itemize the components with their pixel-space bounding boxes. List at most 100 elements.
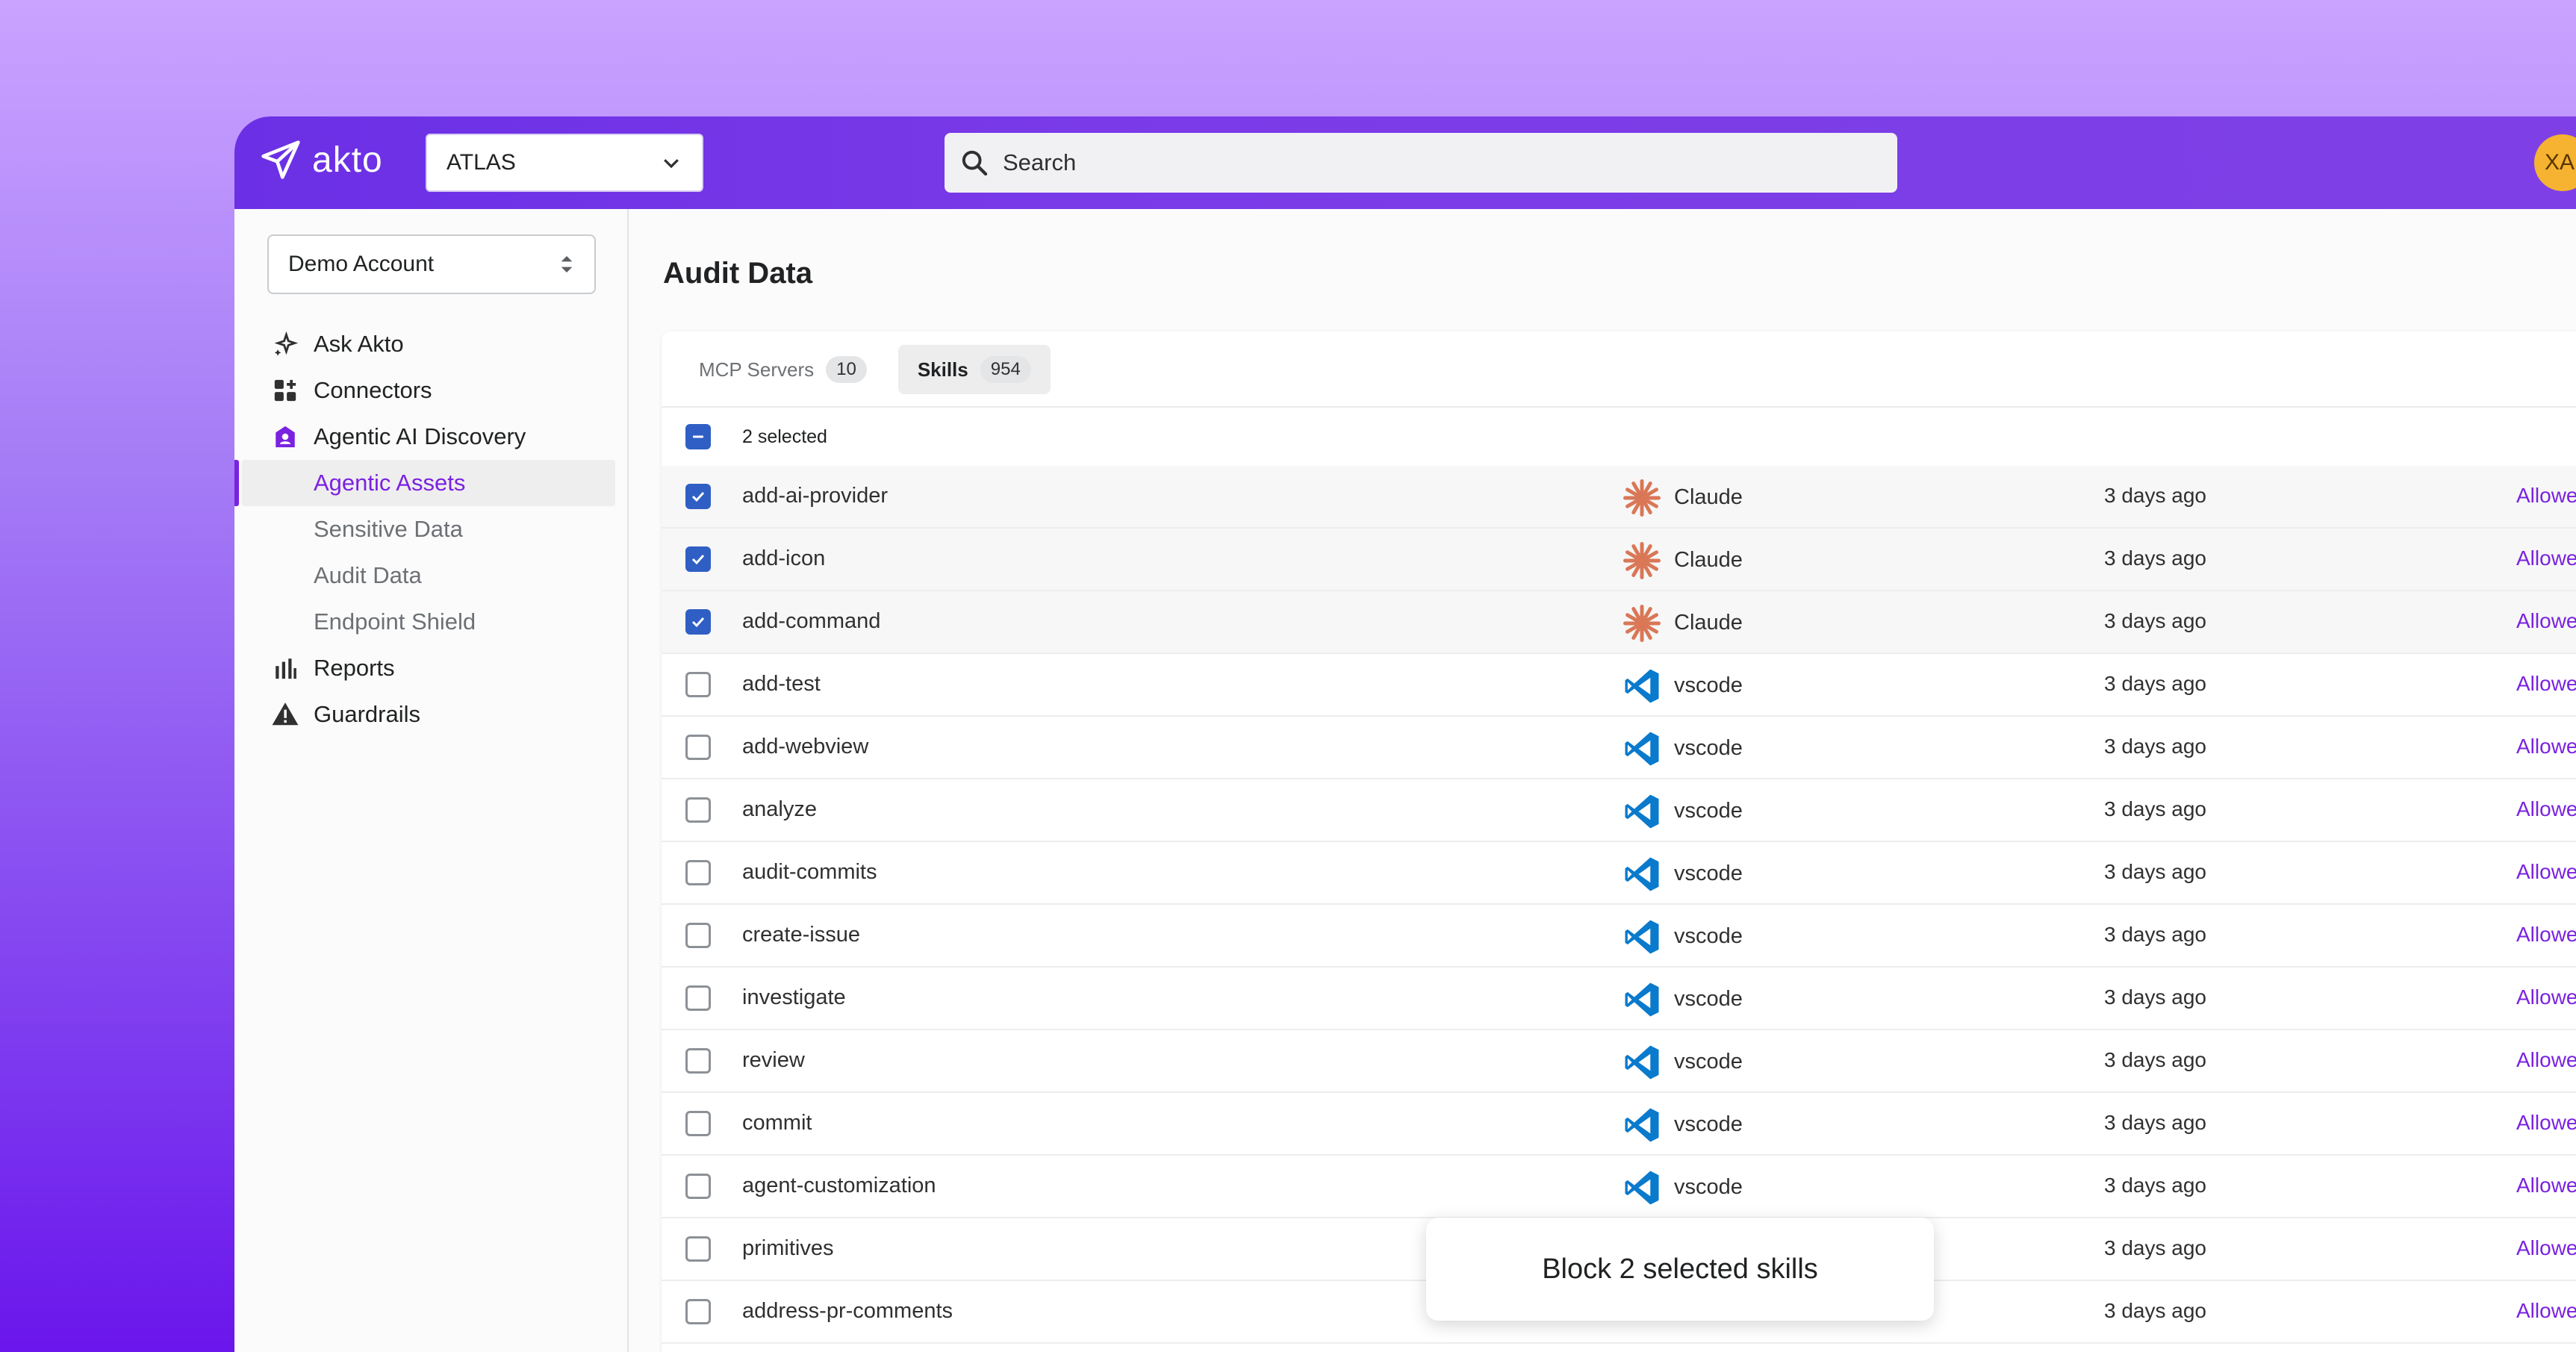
row-checkbox[interactable] xyxy=(685,484,711,509)
skill-name: primitives xyxy=(742,1236,834,1260)
last-seen: 3 days ago xyxy=(2104,985,2206,1009)
table-row[interactable]: create-issue vscode 3 days ago Allowe xyxy=(662,905,2576,968)
table-row[interactable]: review vscode 3 days ago Allowe xyxy=(662,1030,2576,1093)
status-link[interactable]: Allowe xyxy=(2516,923,2576,947)
tab-skills[interactable]: Skills 954 xyxy=(897,345,1051,394)
bulk-selection-row: 2 selected xyxy=(662,408,2576,467)
vscode-icon xyxy=(1622,1042,1662,1082)
search-input[interactable]: Search xyxy=(1003,149,1076,176)
row-checkbox[interactable] xyxy=(685,1299,711,1324)
warning-icon xyxy=(270,700,300,729)
row-checkbox[interactable] xyxy=(685,546,711,572)
status-link[interactable]: Allowe xyxy=(2516,735,2576,758)
row-checkbox[interactable] xyxy=(685,797,711,823)
block-selected-button[interactable]: Block 2 selected skills xyxy=(1426,1218,1934,1321)
table-row[interactable]: show-github-search-result3 days ago xyxy=(662,1344,2576,1352)
skills-table-card: MCP Servers 10 Skills 954 2 selected add… xyxy=(662,331,2576,1352)
row-checkbox[interactable] xyxy=(685,609,711,635)
row-checkbox[interactable] xyxy=(685,672,711,697)
sidebar-item-guardrails[interactable]: Guardrails xyxy=(234,691,627,738)
row-checkbox[interactable] xyxy=(685,1236,711,1262)
status-link[interactable]: Allowe xyxy=(2516,609,2576,633)
sidebar-item-agentic-assets[interactable]: Agentic Assets xyxy=(234,460,615,506)
last-seen: 3 days ago xyxy=(2104,923,2206,946)
table-row[interactable]: analyze vscode 3 days ago Allowe xyxy=(662,779,2576,842)
tab-label: Skills xyxy=(917,358,968,381)
sidebar-item-label: Ask Akto xyxy=(314,331,404,357)
tab-bar: MCP Servers 10 Skills 954 xyxy=(679,345,1051,394)
source-name: vscode xyxy=(1674,1175,1743,1199)
status-link[interactable]: Allowe xyxy=(2516,1299,2576,1323)
table-row[interactable]: audit-commits vscode 3 days ago Allowe xyxy=(662,842,2576,905)
search-bar[interactable]: Search xyxy=(945,133,1897,193)
skill-name: add-test xyxy=(742,672,821,696)
source-name: Claude xyxy=(1674,548,1743,572)
table-row[interactable]: add-icon Claude 3 days ago Allowe xyxy=(662,529,2576,591)
status-link[interactable]: Allowe xyxy=(2516,1174,2576,1197)
status-link[interactable]: Allowe xyxy=(2516,1236,2576,1260)
sidebar-item-sensitive-data[interactable]: Sensitive Data xyxy=(234,506,627,552)
source-name: vscode xyxy=(1674,736,1743,760)
sidebar-item-connectors[interactable]: Connectors xyxy=(234,367,627,414)
row-checkbox[interactable] xyxy=(685,1174,711,1199)
sidebar-item-label: Audit Data xyxy=(314,562,422,588)
status-link[interactable]: Allowe xyxy=(2516,1048,2576,1072)
table-row[interactable]: agent-customization vscode 3 days ago Allow… xyxy=(662,1156,2576,1218)
vscode-icon xyxy=(1622,1168,1662,1208)
chevron-down-icon xyxy=(664,159,679,169)
source-name: vscode xyxy=(1674,799,1743,823)
row-checkbox[interactable] xyxy=(685,923,711,948)
sidebar-item-reports[interactable]: Reports xyxy=(234,645,627,691)
skill-name: analyze xyxy=(742,797,817,821)
status-link[interactable]: Allowe xyxy=(2516,546,2576,570)
avatar[interactable]: XA xyxy=(2534,134,2576,191)
app-window: akto ATLAS Search XA Demo Account Ask Ak… xyxy=(234,116,2576,1352)
last-seen: 3 days ago xyxy=(2104,484,2206,507)
source-name: vscode xyxy=(1674,1050,1743,1074)
status-link[interactable]: Allowe xyxy=(2516,985,2576,1009)
status-link[interactable]: Allowe xyxy=(2516,860,2576,884)
last-seen: 3 days ago xyxy=(2104,1236,2206,1259)
grid-plus-icon xyxy=(270,376,300,405)
row-checkbox[interactable] xyxy=(685,1048,711,1074)
vscode-icon xyxy=(1622,791,1662,832)
sort-arrows-icon xyxy=(561,256,573,272)
last-seen: 3 days ago xyxy=(2104,672,2206,695)
status-link[interactable]: Allowe xyxy=(2516,484,2576,508)
table-row[interactable]: add-webview vscode 3 days ago Allowe xyxy=(662,717,2576,779)
table-row[interactable]: commit vscode 3 days ago Allowe xyxy=(662,1093,2576,1156)
select-all-checkbox[interactable] xyxy=(685,424,711,449)
account-select[interactable]: Demo Account xyxy=(267,234,596,294)
claude-icon xyxy=(1622,541,1662,581)
top-bar: akto ATLAS Search XA xyxy=(234,116,2576,209)
source-name: vscode xyxy=(1674,924,1743,948)
row-checkbox[interactable] xyxy=(685,735,711,760)
row-checkbox[interactable] xyxy=(685,1111,711,1136)
table-row[interactable]: add-command Claude 3 days ago Allowe xyxy=(662,591,2576,654)
vscode-icon xyxy=(1622,1105,1662,1145)
sidebar-item-endpoint-shield[interactable]: Endpoint Shield xyxy=(234,599,627,645)
check-icon xyxy=(691,554,705,565)
skill-name: investigate xyxy=(742,985,846,1009)
status-link[interactable]: Allowe xyxy=(2516,797,2576,821)
environment-select[interactable]: ATLAS xyxy=(426,134,703,192)
status-link[interactable]: Allowe xyxy=(2516,1111,2576,1135)
page-title: Audit Data xyxy=(663,257,812,290)
skill-name: add-webview xyxy=(742,735,869,758)
row-checkbox[interactable] xyxy=(685,860,711,885)
table-row[interactable]: investigate vscode 3 days ago Allowe xyxy=(662,968,2576,1030)
last-seen: 3 days ago xyxy=(2104,735,2206,758)
tab-mcp-servers[interactable]: MCP Servers 10 xyxy=(679,345,886,394)
sidebar-item-agentic-ai-discovery[interactable]: Agentic AI Discovery xyxy=(234,414,627,460)
row-checkbox[interactable] xyxy=(685,985,711,1011)
claude-icon xyxy=(1622,603,1662,644)
status-link[interactable]: Allowe xyxy=(2516,672,2576,696)
skill-name: add-ai-provider xyxy=(742,484,889,508)
sidebar-item-ask-akto[interactable]: Ask Akto xyxy=(234,321,627,367)
sidebar-item-audit-data[interactable]: Audit Data xyxy=(234,552,627,599)
akto-logo[interactable]: akto xyxy=(260,139,383,181)
table-row[interactable]: add-ai-provider Claude 3 days ago Allowe xyxy=(662,466,2576,529)
selected-count: 2 selected xyxy=(742,426,827,447)
table-row[interactable]: add-test vscode 3 days ago Allowe xyxy=(662,654,2576,717)
last-seen: 3 days ago xyxy=(2104,797,2206,820)
